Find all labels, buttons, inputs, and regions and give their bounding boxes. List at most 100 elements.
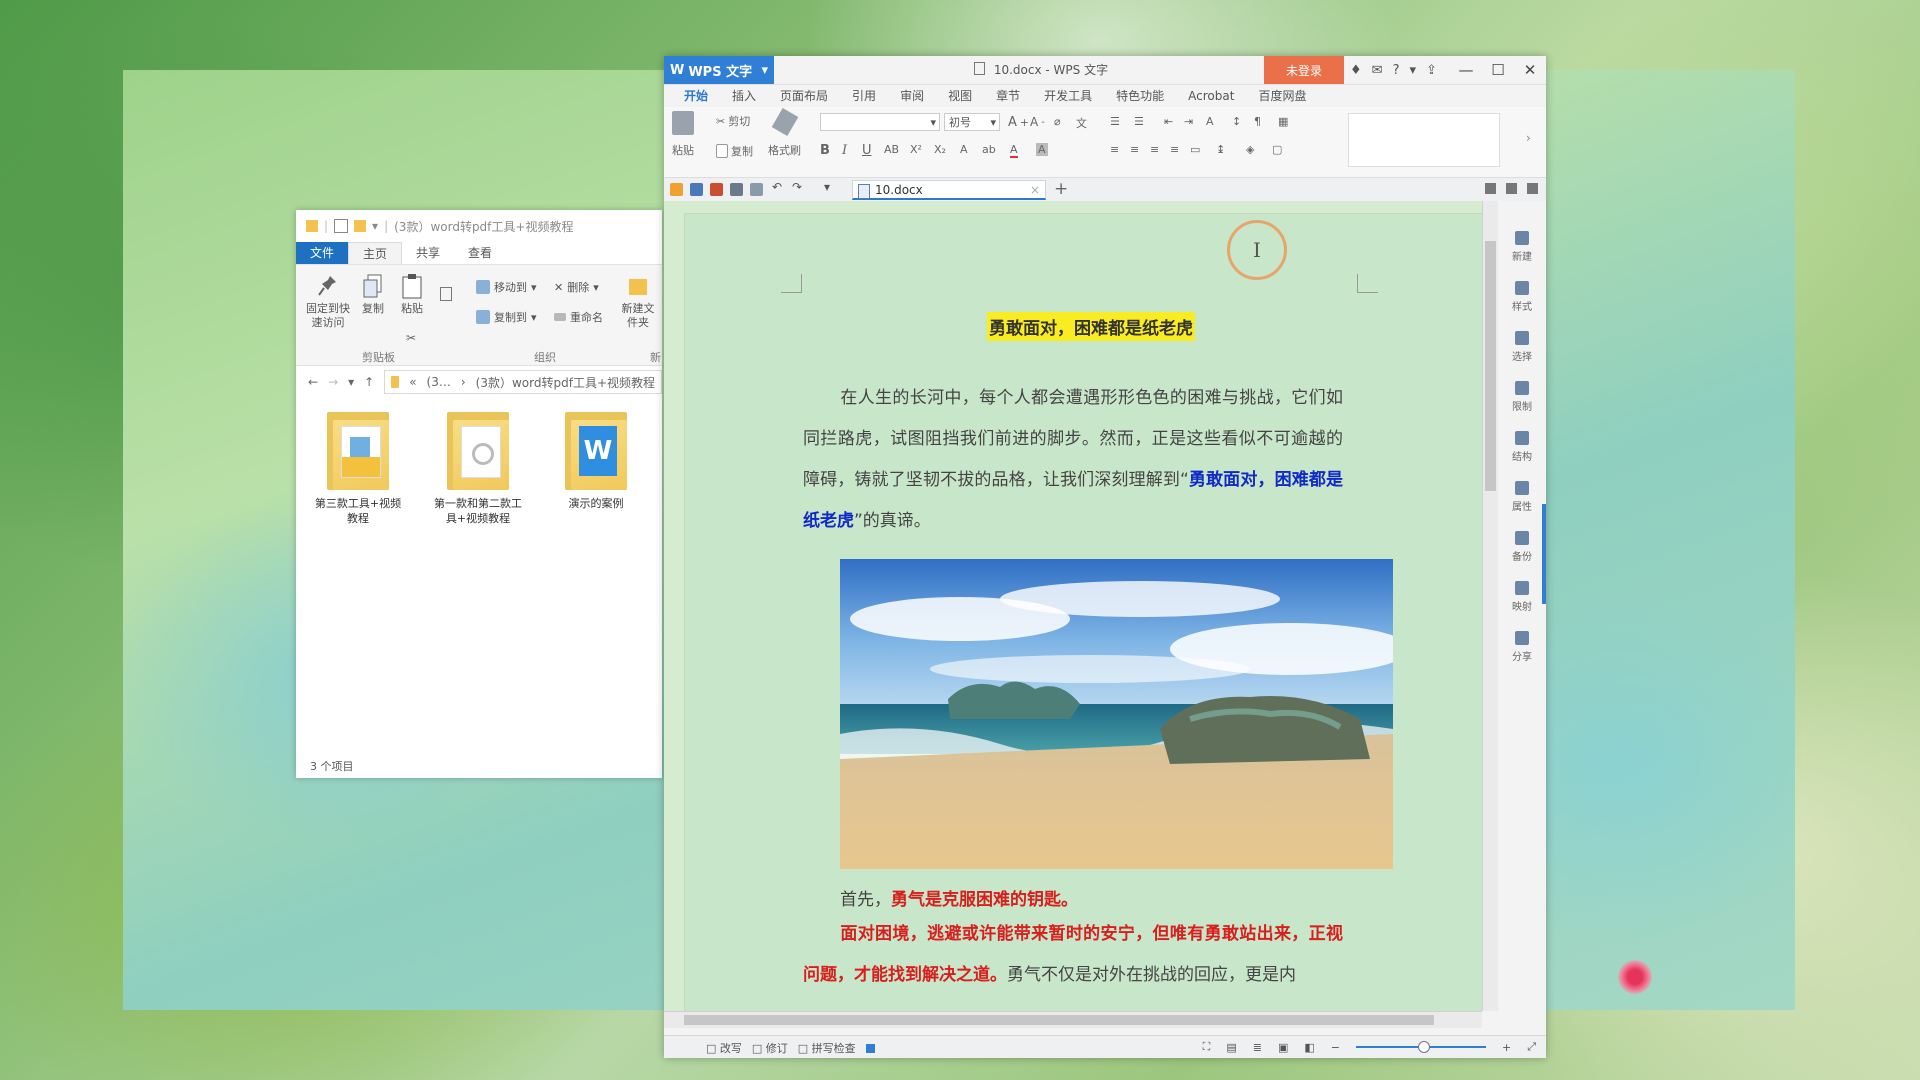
close-icon[interactable]: × [1030, 181, 1040, 200]
chinese-layout-icon[interactable]: A [1206, 115, 1214, 128]
numbering-icon[interactable]: ☰ [1134, 115, 1144, 128]
fit-page-icon[interactable]: ⤢ [1527, 1040, 1536, 1054]
bullets-icon[interactable]: ☰ [1110, 115, 1120, 128]
copy-path-icon[interactable] [440, 287, 452, 301]
superscript-icon[interactable]: X² [910, 143, 922, 156]
tab-tool-icon[interactable] [1485, 183, 1496, 194]
tab-file[interactable]: 文件 [296, 242, 349, 264]
beach-photo[interactable] [840, 559, 1393, 869]
minimize-icon[interactable]: — [1450, 56, 1482, 84]
tab-review[interactable]: 审阅 [888, 85, 936, 107]
tab-page-layout[interactable]: 页面布局 [768, 85, 840, 107]
feedback-icon[interactable]: ✉ [1372, 63, 1383, 78]
tab-features[interactable]: 特色功能 [1104, 85, 1176, 107]
borders-icon[interactable]: ▢ [1272, 143, 1282, 156]
overwrite-toggle[interactable]: □ 改写 [706, 1040, 742, 1056]
tab-insert[interactable]: 插入 [720, 85, 768, 107]
zoom-slider[interactable] [1355, 1041, 1486, 1053]
fullscreen-icon[interactable]: ⇪ [1426, 63, 1437, 78]
tab-view[interactable]: 查看 [454, 242, 506, 264]
outline-view-icon[interactable]: ≣ [1253, 1041, 1262, 1054]
highlight-icon[interactable]: ab [982, 143, 996, 156]
tab-developer[interactable]: 开发工具 [1032, 85, 1104, 107]
scissors-icon[interactable]: ✂ [406, 331, 416, 345]
paragraph-1[interactable]: 在人生的长河中，每个人都会遭遇形形色色的困难与挑战，它们如同拦路虎，试图阻挡我们… [803, 378, 1343, 542]
recent-chevron-icon[interactable]: ▾ [348, 375, 354, 389]
side-new-button[interactable]: 新建 [1498, 231, 1546, 263]
show-marks-icon[interactable]: ¶ [1254, 115, 1261, 128]
side-style-button[interactable]: 样式 [1498, 281, 1546, 313]
font-size-select[interactable]: 初号 ▾ [944, 113, 1000, 131]
chevron-right-icon[interactable]: › [1526, 131, 1531, 145]
justify-icon[interactable]: ≡ [1170, 143, 1179, 156]
font-name-select[interactable]: ▾ [820, 113, 940, 131]
tab-chapter[interactable]: 章节 [984, 85, 1032, 107]
page-view-icon[interactable]: ▤ [1226, 1041, 1236, 1054]
new-folder-icon[interactable] [354, 220, 367, 232]
clear-format-icon[interactable]: ⌀ [1054, 115, 1061, 128]
paragraph-3[interactable]: 面对困境，逃避或许能带来暂时的安宁，但唯有勇敢站出来，正视问题，才能找到解决之道… [803, 914, 1343, 996]
undo-icon[interactable]: ↶ [772, 180, 785, 194]
tab-start[interactable]: 开始 [672, 85, 720, 107]
properties-icon[interactable] [334, 219, 349, 233]
copy-to-button[interactable]: 复制到 ▾ [476, 309, 537, 325]
new-tab-icon[interactable]: + [1054, 178, 1068, 200]
chevron-down-icon[interactable]: ▾ [1409, 63, 1416, 78]
close-icon[interactable]: ✕ [1514, 56, 1546, 84]
side-mapping-button[interactable]: 映射 [1498, 581, 1546, 613]
side-share-button[interactable]: 分享 [1498, 631, 1546, 663]
char-shading-icon[interactable]: A [1036, 143, 1048, 156]
subscript-icon[interactable]: X₂ [934, 143, 946, 156]
cut-button[interactable]: ✂ 剪切 [716, 113, 750, 129]
styles-gallery[interactable] [1348, 113, 1500, 167]
login-button[interactable]: 未登录 [1264, 56, 1344, 84]
shrink-font-icon[interactable]: A- [1030, 115, 1045, 129]
rename-button[interactable]: 重命名 [554, 309, 603, 325]
side-restrict-button[interactable]: 限制 [1498, 381, 1546, 413]
address-crumb-short[interactable]: (3… [427, 375, 451, 389]
new-folder-button[interactable]: 新建文件夹 [618, 273, 658, 330]
grow-font-icon[interactable]: A + [1008, 115, 1029, 130]
document-canvas[interactable]: I 勇敢面对，困难都是纸老虎 在人生的长河中，每个人都会遭遇形形色色的困难与挑战… [664, 201, 1482, 1011]
chevron-down-icon[interactable]: ▾ [824, 180, 837, 194]
delete-button[interactable]: ✕ 删除 ▾ [554, 279, 599, 295]
save-icon[interactable] [690, 183, 703, 196]
back-arrow-icon[interactable]: ← [308, 375, 318, 389]
tab-home[interactable]: 主页 [348, 242, 403, 264]
tab-references[interactable]: 引用 [840, 85, 888, 107]
side-properties-button[interactable]: 属性 [1498, 481, 1546, 513]
underline-icon[interactable]: U [862, 143, 872, 158]
revision-toggle[interactable]: □ 修订 [752, 1040, 788, 1056]
print-icon[interactable] [730, 183, 743, 196]
address-crumb-current[interactable]: (3款）word转pdf工具+视频教程 [476, 374, 655, 391]
up-arrow-icon[interactable]: ↑ [364, 375, 374, 389]
scroll-thumb[interactable] [684, 1015, 1434, 1025]
help-icon[interactable]: ? [1393, 63, 1400, 78]
horizontal-scrollbar[interactable] [664, 1011, 1482, 1028]
tab-tool-icon[interactable] [1506, 183, 1517, 194]
document-heading[interactable]: 勇敢面对，困难都是纸老虎 [987, 312, 1195, 341]
table-borders-icon[interactable]: ▦ [1278, 115, 1288, 128]
side-backup-button[interactable]: 备份 [1498, 531, 1546, 563]
zoom-in-icon[interactable]: + [1502, 1041, 1511, 1054]
vertical-scrollbar[interactable] [1482, 201, 1499, 1011]
side-structure-button[interactable]: 结构 [1498, 431, 1546, 463]
sort-icon[interactable]: ↕ [1232, 115, 1241, 128]
align-center-icon[interactable]: ≡ [1130, 143, 1139, 156]
folder-item[interactable]: 第三款工具+视频教程 [310, 412, 406, 526]
font-color-icon[interactable]: A [1010, 143, 1018, 158]
paste-button[interactable]: 粘贴 [394, 273, 430, 316]
side-select-button[interactable]: 选择 [1498, 331, 1546, 363]
pin-quick-access-button[interactable]: 固定到快速访问 [300, 273, 356, 330]
macro-icon[interactable] [865, 1043, 875, 1053]
italic-icon[interactable]: I [842, 143, 847, 158]
maximize-icon[interactable]: ☐ [1482, 56, 1514, 84]
open-icon[interactable] [670, 183, 683, 196]
format-painter-button[interactable]: 格式刷 [768, 107, 801, 158]
chevron-down-icon[interactable]: ▾ [372, 219, 378, 233]
folder-item[interactable]: W 演示的案例 [548, 412, 644, 511]
side-panel-toggle[interactable] [1542, 504, 1546, 604]
shirt-skin-icon[interactable]: ♦ [1350, 63, 1362, 78]
copy-button[interactable]: 复制 [356, 273, 390, 316]
copy-button[interactable]: 复制 [716, 143, 753, 159]
